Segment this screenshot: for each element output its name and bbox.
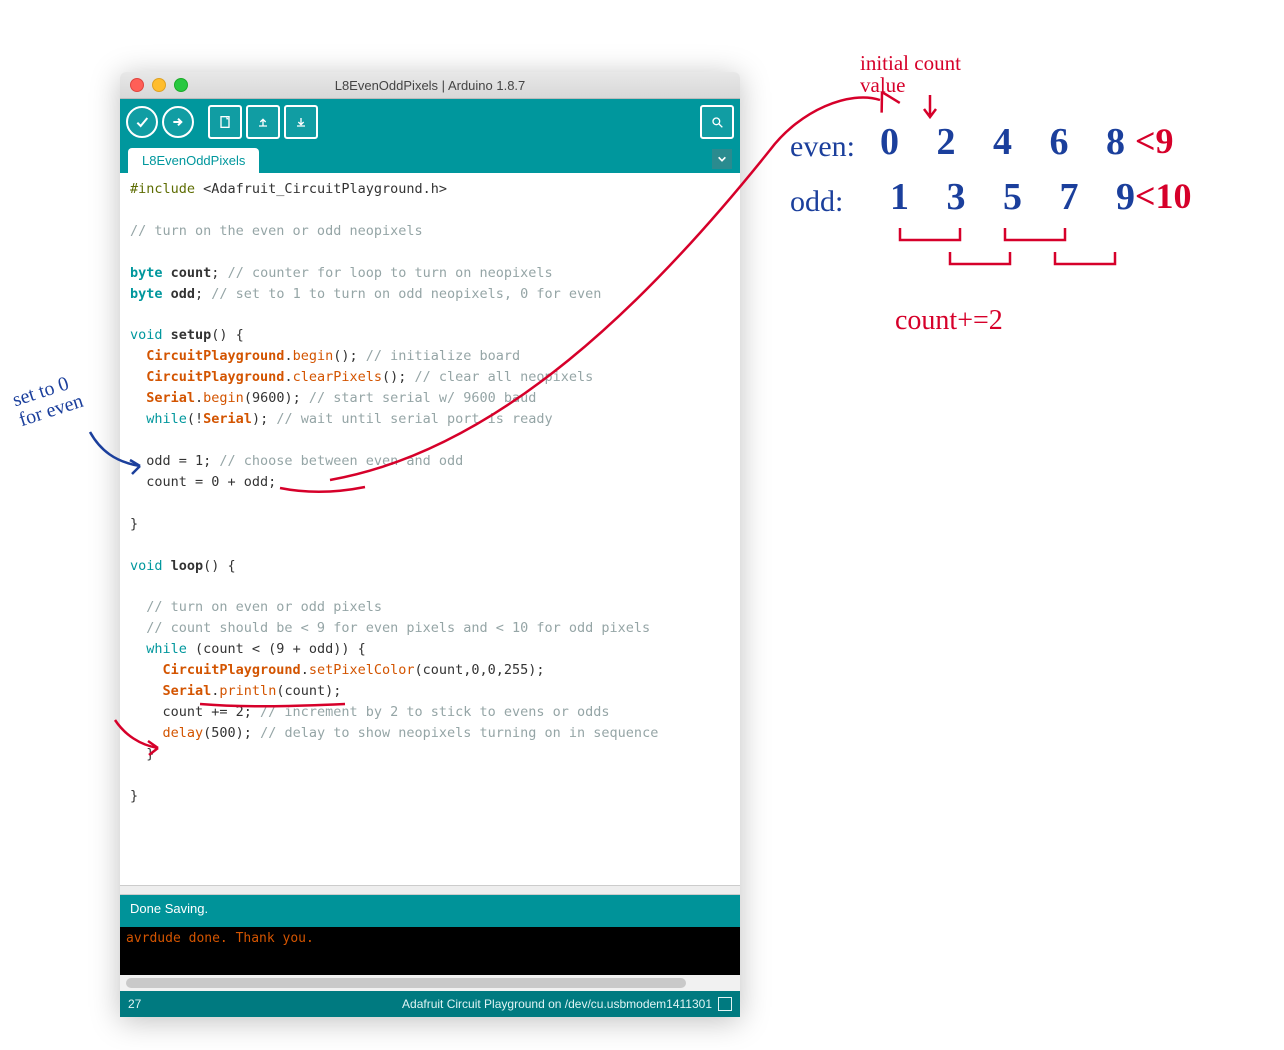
footer-bar: 27 Adafruit Circuit Playground on /dev/c… [120, 991, 740, 1017]
status-bar: Done Saving. [120, 895, 740, 927]
line-number: 27 [128, 997, 141, 1011]
save-sketch-button[interactable] [284, 105, 318, 139]
annotation-initial: initial count value [860, 52, 961, 96]
window-titlebar: L8EvenOddPixels | Arduino 1.8.7 [120, 72, 740, 99]
console-line: avrdude done. Thank you. [126, 931, 314, 946]
annotation-even-values: 0 2 4 6 8 [880, 120, 1139, 164]
annotation-even-limit: <9 [1135, 120, 1174, 162]
scrollbar-thumb[interactable] [126, 978, 686, 988]
open-sketch-button[interactable] [246, 105, 280, 139]
annotation-even-label: even: [790, 130, 855, 164]
console-hscrollbar[interactable] [120, 975, 740, 991]
annotation-odd-label: odd: [790, 185, 843, 219]
new-sketch-button[interactable] [208, 105, 242, 139]
upload-button[interactable] [162, 106, 194, 138]
sketch-tab[interactable]: L8EvenOddPixels [128, 148, 259, 173]
toolbar [120, 99, 740, 145]
annotation-odd-values: 1 3 5 7 9 [890, 175, 1149, 219]
split-handle[interactable] [120, 885, 740, 895]
board-indicator-icon [718, 997, 732, 1011]
code-content: #include <Adafruit_CircuitPlayground.h> … [130, 179, 730, 807]
serial-monitor-button[interactable] [700, 105, 734, 139]
annotation-odd-limit: <10 [1135, 175, 1192, 217]
window-title: L8EvenOddPixels | Arduino 1.8.7 [120, 78, 740, 93]
annotation-set-forever: set to 0 for even [10, 371, 86, 431]
code-editor[interactable]: #include <Adafruit_CircuitPlayground.h> … [120, 173, 740, 885]
tabbar: L8EvenOddPixels [120, 145, 740, 173]
output-console[interactable]: avrdude done. Thank you. [120, 927, 740, 991]
tab-menu-button[interactable] [712, 149, 732, 169]
verify-button[interactable] [126, 106, 158, 138]
board-port-label: Adafruit Circuit Playground on /dev/cu.u… [402, 997, 712, 1011]
arduino-ide-window: L8EvenOddPixels | Arduino 1.8.7 L8EvenOd… [120, 72, 740, 1017]
annotation-increment: count+=2 [895, 305, 1003, 337]
